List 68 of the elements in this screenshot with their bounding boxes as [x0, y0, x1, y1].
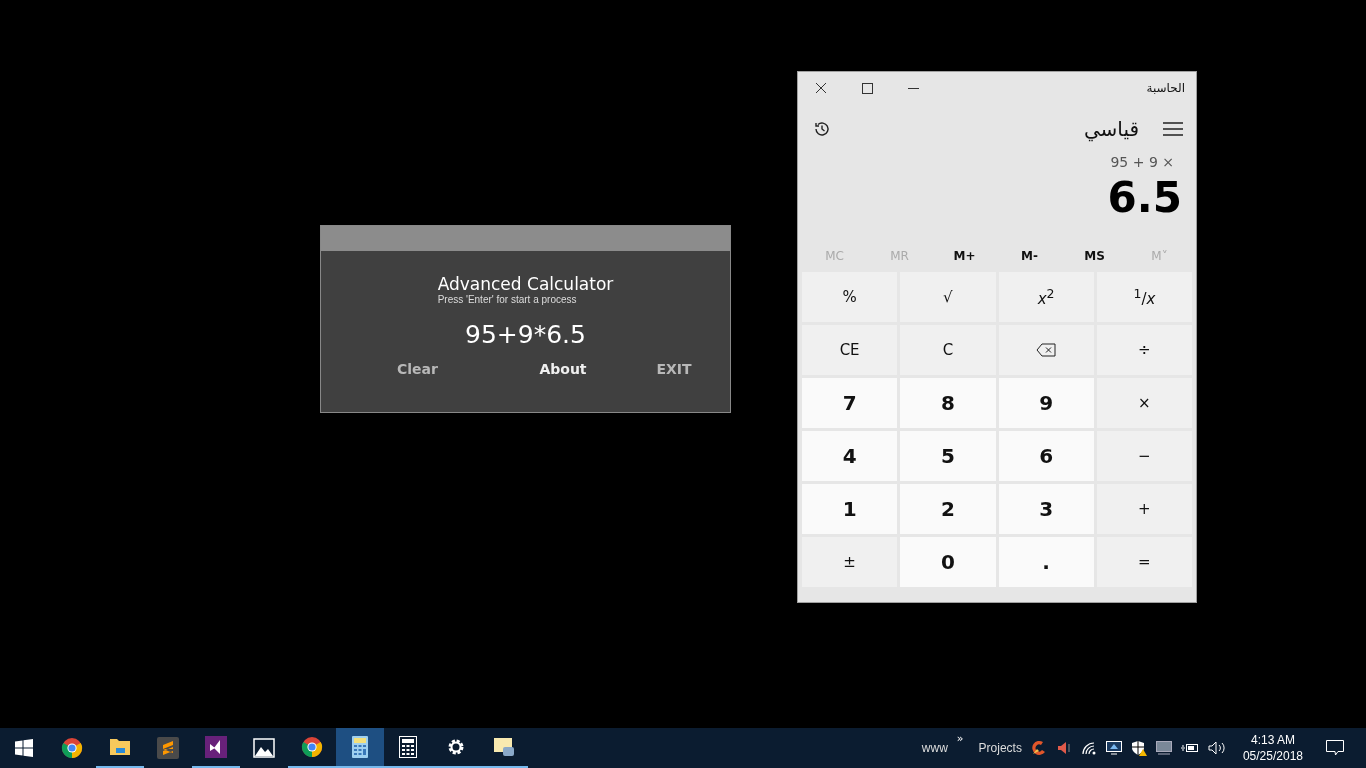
key-button[interactable]: √: [900, 272, 996, 322]
settings-icon: [446, 737, 466, 757]
memory-button[interactable]: M+: [932, 242, 997, 270]
key-button[interactable]: .: [998, 537, 1094, 587]
key-button[interactable]: CE: [802, 325, 898, 375]
history-icon[interactable]: [813, 120, 831, 138]
text-button[interactable]: Clear: [397, 357, 437, 381]
clock-date[interactable]: 05/25/2018: [1242, 748, 1303, 764]
expression-display: 95 + 9 ×: [1110, 154, 1174, 170]
key-button[interactable]: 3: [998, 484, 1094, 534]
brush-icon[interactable]: [1030, 740, 1047, 756]
window-title: الحاسبة: [1146, 81, 1185, 95]
monitor-icon[interactable]: [1155, 741, 1172, 755]
key-button[interactable]: x$^{2}$: [998, 272, 1094, 322]
close-icon: [815, 82, 827, 94]
app-title: Advanced Calculator: [437, 275, 614, 294]
network-icon[interactable]: [1105, 741, 1122, 755]
browser-icon: [61, 737, 83, 759]
key-button[interactable]: 5: [900, 431, 996, 481]
key-button[interactable]: 6: [998, 431, 1094, 481]
key-button[interactable]: C: [900, 325, 996, 375]
calculator-icon: [352, 736, 368, 758]
maximize-icon: [861, 82, 873, 94]
result-display: 6.5: [1107, 172, 1182, 224]
key-button[interactable]: 9: [998, 378, 1094, 428]
key-button[interactable]: 4: [802, 431, 898, 481]
note-icon: [493, 736, 515, 758]
taskbar-app[interactable]: [336, 728, 384, 768]
hint-text: Press 'Enter' for start a process: [437, 294, 578, 306]
memory-button[interactable]: M-: [997, 242, 1062, 270]
key-button[interactable]: %: [802, 272, 898, 322]
mode-title: قياسي: [1083, 117, 1139, 141]
key-button[interactable]: ×: [1096, 378, 1192, 428]
battery-icon[interactable]: [1180, 742, 1199, 754]
key-button[interactable]: ÷: [1096, 325, 1192, 375]
infinity-icon: [205, 736, 227, 758]
calculator-icon: [399, 736, 417, 758]
toolbar-chevron[interactable]: »: [956, 732, 964, 745]
key-button[interactable]: +: [1096, 484, 1192, 534]
key-button[interactable]: −: [1096, 431, 1192, 481]
notification-icon[interactable]: [1326, 740, 1344, 756]
wifi-icon[interactable]: [1080, 741, 1097, 755]
toolbar-label[interactable]: www: [921, 741, 948, 755]
key-button[interactable]: $^{1}$/x: [1096, 272, 1192, 322]
key-button[interactable]: =: [1096, 537, 1192, 587]
shield-icon[interactable]: [1130, 740, 1147, 756]
menu-icon[interactable]: [1163, 122, 1183, 136]
editor-icon: [157, 737, 179, 759]
text-button[interactable]: EXIT: [651, 357, 697, 381]
key-button[interactable]: 1: [802, 484, 898, 534]
key-button[interactable]: 8: [900, 378, 996, 428]
key-button[interactable]: 7: [802, 378, 898, 428]
expression-display: 95+9*6.5: [465, 320, 586, 349]
clock-time[interactable]: 4:13 AM: [1250, 732, 1295, 748]
key-button[interactable]: 2: [900, 484, 996, 534]
browser-icon: [301, 736, 323, 758]
text-button[interactable]: About: [535, 357, 591, 381]
speaker-icon[interactable]: [1055, 740, 1072, 756]
volume-icon[interactable]: [1207, 741, 1226, 755]
backspace-button[interactable]: [998, 325, 1094, 375]
backspace-icon: [1036, 343, 1057, 357]
memory-button[interactable]: MS: [1062, 242, 1127, 270]
key-button[interactable]: 0: [900, 537, 996, 587]
folder-icon: [109, 737, 131, 757]
toolbar-label[interactable]: Projects: [978, 741, 1022, 755]
key-button[interactable]: ±: [802, 537, 898, 587]
photo-icon: [253, 738, 275, 758]
windows-icon: [15, 739, 33, 757]
